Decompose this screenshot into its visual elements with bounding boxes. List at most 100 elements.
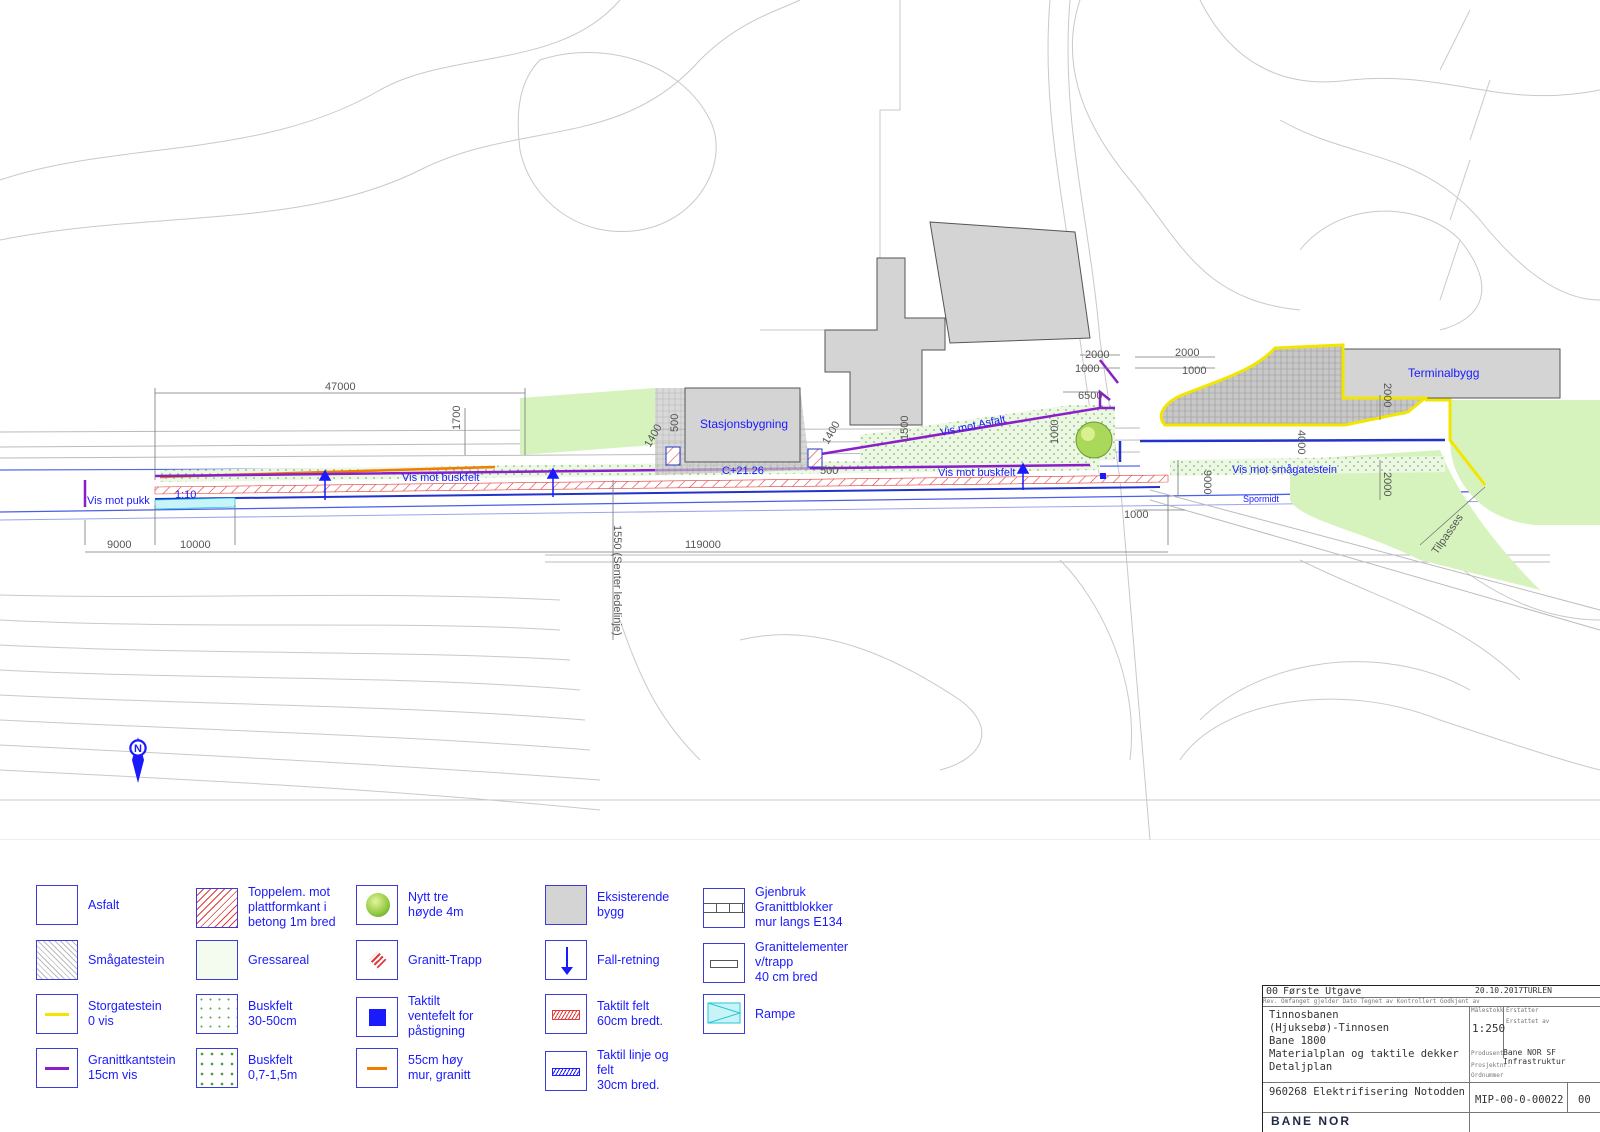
dim-500-b: 500 [820, 465, 838, 477]
dim-1000-c: 1000 [1182, 365, 1206, 377]
revision-number: 00 [1266, 986, 1279, 997]
legend-item-taktil-linje: Taktil linje og felt 30cm bred. [545, 1048, 669, 1093]
dim-1700: 1700 [451, 406, 463, 430]
swatch-orange-line [356, 1048, 398, 1088]
swatch-grey [545, 885, 587, 925]
legend-label: Nytt tre høyde 4m [408, 890, 464, 919]
producer: Bane NOR SF Infrastruktur [1503, 1048, 1566, 1066]
building-large [929, 221, 1091, 344]
north-label: N [134, 743, 142, 755]
dim-1000-d: 1000 [1124, 509, 1148, 521]
station-building-label: Stasjonsbygning [700, 417, 788, 431]
project-line: Tinnosbanen [1269, 1009, 1339, 1021]
dim-1500: 1500 [899, 416, 911, 440]
chainage-label: C+21.26 [722, 465, 764, 477]
existing-buildings [684, 221, 1561, 463]
drawing-revision: 00 [1578, 1094, 1591, 1106]
legend-item-mur-granitt: 55cm høy mur, granitt [356, 1048, 471, 1088]
swatch-dots [196, 994, 238, 1034]
annotation-spormidt: Spormidt [1243, 494, 1280, 504]
title-block: 00 Første Utgave 20.10.2017 TURLEN Rev. … [1262, 985, 1600, 1132]
dim-9000-b: 9000 [1201, 470, 1213, 494]
terminal-building-label: Terminalbygg [1408, 366, 1479, 380]
annotation-vis-mot-buskfelt-2: Vis mot buskfelt [938, 467, 1015, 479]
project-line: (Hjuksebø)-Tinnosen [1269, 1022, 1390, 1034]
revision-date: 20.10.2017 [1475, 986, 1524, 995]
dim-1000-b: 1000 [1075, 363, 1099, 375]
legend-item-buskfelt-07: Buskfelt 0,7-1,5m [196, 1048, 297, 1088]
legend-label: Smågatestein [88, 952, 165, 967]
legend-label: Taktilt ventefelt for påstigning [408, 994, 474, 1038]
dim-119000: 119000 [685, 539, 721, 551]
legend-item-smagatestein: Smågatestein [36, 940, 164, 980]
dim-9000: 9000 [107, 539, 131, 551]
tactile-line-terminal [1139, 438, 1446, 443]
drawing-number: MIP-00-0-00022 [1475, 1094, 1564, 1106]
dim-47000: 47000 [325, 381, 356, 393]
legend: Asfalt Toppelem. mot plattformkant i bet… [0, 840, 1260, 1131]
dim-2000-a: 2000 [1085, 349, 1109, 361]
legend-item-nytt-tre: Nytt tre høyde 4m [356, 885, 464, 925]
legend-label: Taktilt felt 60cm bredt. [597, 999, 664, 1028]
dim-1000-a: 1000 [1049, 420, 1061, 444]
legend-item-taktilt-ventefelt: Taktilt ventefelt for påstigning [356, 994, 473, 1039]
arrow-down-icon [545, 940, 587, 980]
swatch-asfalt [36, 885, 78, 925]
dim-senter-ledelinje: 1550 (Senter ledelinje) [611, 525, 623, 636]
annotation-vis-mot-smagatestein: Vis mot smågatestein [1232, 464, 1337, 476]
swatch-red-tactile [545, 994, 587, 1034]
legend-item-eksisterende-bygg: Eksisterende bygg [545, 885, 669, 925]
legend-label: Taktil linje og felt 30cm bred. [597, 1048, 669, 1092]
dim-2000-d: 2000 [1381, 472, 1393, 496]
scale-value: 1:250 [1472, 1022, 1506, 1035]
legend-item-fall-retning: Fall-retning [545, 940, 660, 980]
legend-label: Granittelementer v/trapp 40 cm bred [755, 940, 849, 984]
new-tree [1075, 421, 1113, 459]
dim-4000: 4000 [1295, 430, 1307, 454]
swatch-blue-tactile [545, 1050, 587, 1091]
swatch-cobble [36, 940, 78, 980]
north-arrow-icon: N [129, 737, 147, 783]
tree-icon [356, 885, 398, 925]
swatch-yellow-line [36, 994, 78, 1034]
tactile-waiting-field [1100, 473, 1106, 479]
legend-item-gressareal: Gressareal [196, 940, 309, 980]
legend-label: Granitt-Trapp [408, 952, 482, 967]
project-line: Bane 1800 [1269, 1035, 1326, 1047]
dim-1400-b: 1400 [820, 419, 843, 446]
legend-label: Gjenbruk Granittblokker mur langs E134 [755, 885, 843, 929]
swatch-blue-square [356, 996, 398, 1037]
legend-label: Eksisterende bygg [597, 890, 670, 919]
legend-item-toppelem: Toppelem. mot plattformkant i betong 1m … [196, 885, 336, 930]
project-description: Tinnosbanen (Hjuksebø)-Tinnosen Bane 180… [1269, 1009, 1459, 1074]
legend-item-storgatestein: Storgatestein 0 vis [36, 994, 162, 1034]
legend-label: Buskfelt 0,7-1,5m [248, 1053, 298, 1082]
annotation-vis-mot-pukk: Vis mot pukk [87, 495, 150, 507]
legend-item-granittelementer: Granittelementer v/trapp 40 cm bred [703, 940, 848, 985]
annotation-slope: 1:10 [175, 489, 196, 501]
dim-6500: 6500 [1078, 390, 1102, 402]
project-number: 960268 Elektrifisering Notodden [1269, 1086, 1465, 1098]
legend-label: Asfalt [88, 897, 120, 912]
project-line: Detaljplan [1269, 1061, 1333, 1073]
legend-item-buskfelt-30: Buskfelt 30-50cm [196, 994, 297, 1034]
legend-label: Buskfelt 30-50cm [248, 999, 297, 1028]
stairs-icon [356, 940, 398, 980]
swatch-granite-blocks [703, 887, 745, 928]
project-line: Materialplan og taktile dekker [1269, 1048, 1459, 1060]
bane-nor-logo: BANE NOR [1271, 1114, 1352, 1128]
swatch-green-triangles [196, 1048, 238, 1088]
swatch-granite-element [703, 942, 745, 983]
building-cross [824, 257, 946, 426]
legend-item-rampe: Rampe [703, 994, 795, 1034]
legend-label: Toppelem. mot plattformkant i betong 1m … [248, 885, 336, 929]
revision-row: 00 Første Utgave 20.10.2017 TURLEN [1263, 986, 1600, 998]
legend-label: Fall-retning [597, 952, 660, 967]
dim-2000-c: 2000 [1381, 383, 1393, 407]
legend-item-taktilt-felt: Taktilt felt 60cm bredt. [545, 994, 663, 1034]
legend-item-granittkantstein: Granittkantstein 15cm vis [36, 1048, 176, 1088]
legend-label: Gressareal [248, 952, 310, 967]
legend-item-granittblokker: Gjenbruk Granittblokker mur langs E134 [703, 885, 843, 930]
legend-item-granitt-trapp: Granitt-Trapp [356, 940, 482, 980]
swatch-grass [196, 940, 238, 980]
